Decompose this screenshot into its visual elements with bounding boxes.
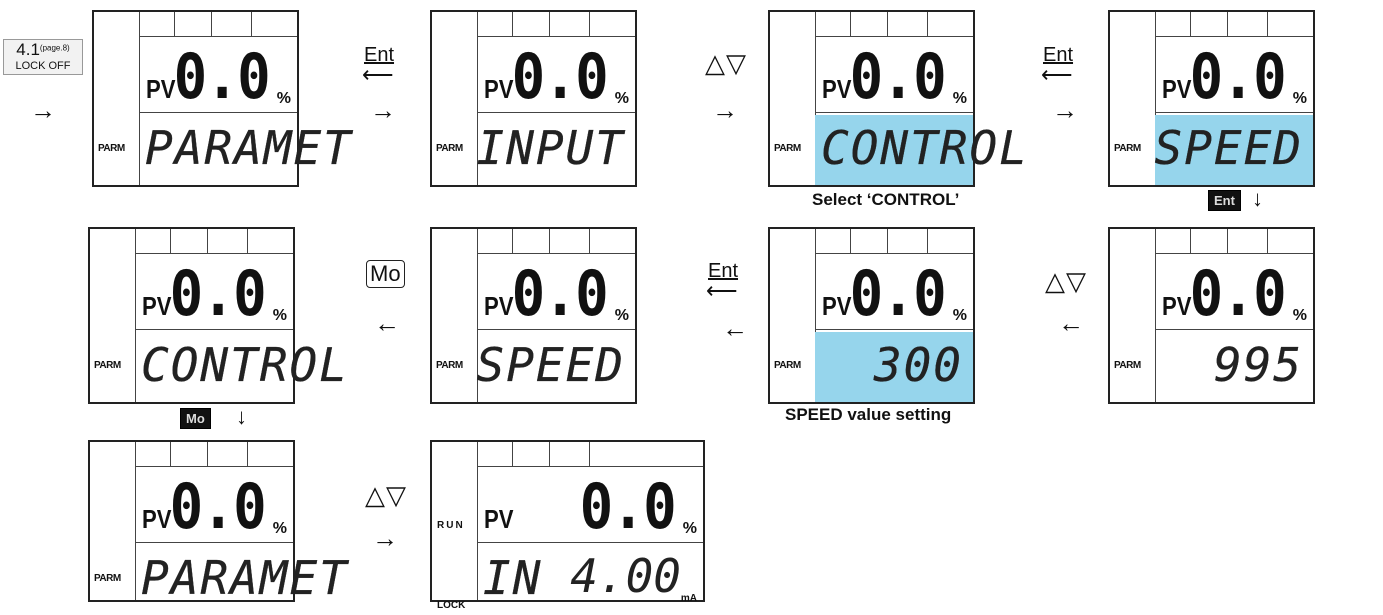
right-arrow-icon: → xyxy=(372,523,398,553)
right-arrow-icon: → xyxy=(712,95,738,125)
up-down-keys-icon: △▽ xyxy=(705,48,747,78)
parm-label: PARM xyxy=(774,360,801,371)
percent-unit: % xyxy=(952,90,967,107)
ent-arrow-icon: ⟵ xyxy=(1041,62,1073,87)
screen-text: PARAMET xyxy=(145,121,353,175)
lcd-screen-7: PV 0.0 % PARM SPEED xyxy=(430,227,637,404)
pv-value: 0.0 xyxy=(579,470,677,543)
lock-off-label: LOCK OFF xyxy=(15,60,71,73)
lcd-screen-1: PV 0.0 % PARM PARAMET xyxy=(92,10,351,187)
ent-key-dark: Ent xyxy=(1208,190,1241,211)
percent-unit: % xyxy=(614,307,629,324)
down-arrow-icon: ↓ xyxy=(1252,186,1263,211)
ent-arrow-icon: ⟵ xyxy=(362,62,394,87)
caption-select-control: Select ‘CONTROL’ xyxy=(812,190,960,209)
up-down-keys-icon: △▽ xyxy=(1045,266,1087,296)
pv-value: 0.0 xyxy=(1189,257,1287,330)
percent-unit: % xyxy=(272,307,287,324)
lcd-screen-8: PV 0.0 % PARM CONTROL xyxy=(88,227,347,404)
pv-label: PV xyxy=(484,74,514,104)
pv-label: PV xyxy=(484,504,514,534)
pv-value: 0.0 xyxy=(173,40,271,113)
pv-value: 0.0 xyxy=(849,40,947,113)
left-arrow-icon: ← xyxy=(374,308,400,338)
screen-text: INPUT xyxy=(476,121,625,175)
pv-label: PV xyxy=(822,291,852,321)
page-ref: (page.8) xyxy=(39,43,70,53)
screen-text: 995 xyxy=(1213,338,1303,392)
screen-text: CONTROL xyxy=(141,338,349,392)
parm-label: PARM xyxy=(1114,360,1141,371)
input-value: 4.00 xyxy=(570,549,681,603)
left-arrow-icon: ← xyxy=(722,313,748,343)
pv-value: 0.0 xyxy=(1189,40,1287,113)
parm-label: PARM xyxy=(436,143,463,154)
caption-speed-value-setting: SPEED value setting xyxy=(785,405,952,424)
lcd-screen-9: PV 0.0 % PARM PARAMET xyxy=(88,440,347,602)
pv-label: PV xyxy=(142,504,172,534)
pv-label: PV xyxy=(822,74,852,104)
percent-unit: % xyxy=(682,520,697,537)
pv-label: PV xyxy=(142,291,172,321)
percent-unit: % xyxy=(952,307,967,324)
ma-unit: mA xyxy=(680,593,697,604)
pv-label: PV xyxy=(484,291,514,321)
pv-value: 0.0 xyxy=(511,257,609,330)
percent-unit: % xyxy=(1292,307,1307,324)
lcd-screen-4: PV 0.0 % PARM SPEED xyxy=(1108,10,1315,187)
pv-value: 0.0 xyxy=(169,257,267,330)
parm-label: PARM xyxy=(94,573,121,584)
section-number: 4.1 xyxy=(16,40,40,59)
percent-unit: % xyxy=(614,90,629,107)
right-arrow-icon: → xyxy=(1052,95,1078,125)
parm-label: PARM xyxy=(436,360,463,371)
screen-text: SPEED xyxy=(1154,121,1303,175)
lcd-screen-5: PV 0.0 % PARM 995 xyxy=(1108,227,1315,404)
ent-arrow-icon: ⟵ xyxy=(706,278,738,303)
parm-label: PARM xyxy=(98,143,125,154)
pv-label: PV xyxy=(1162,291,1192,321)
percent-unit: % xyxy=(276,90,291,107)
screen-text: PARAMET xyxy=(141,551,349,605)
right-arrow-icon: → xyxy=(30,95,56,125)
pv-value: 0.0 xyxy=(849,257,947,330)
parm-label: PARM xyxy=(774,143,801,154)
parm-label: PARM xyxy=(94,360,121,371)
screen-text: 300 xyxy=(873,338,963,392)
pv-label: PV xyxy=(146,74,176,104)
percent-unit: % xyxy=(1292,90,1307,107)
left-arrow-icon: ← xyxy=(1058,308,1084,338)
start-reference-box: 4.1(page.8) LOCK OFF xyxy=(3,39,83,75)
pv-value: 0.0 xyxy=(511,40,609,113)
screen-text: SPEED xyxy=(476,338,625,392)
lcd-screen-10: RUN LOCK PV 0.0 % IN 4.00 mA xyxy=(430,440,705,611)
run-label: RUN xyxy=(437,520,465,531)
screen-text: CONTROL xyxy=(821,121,1029,175)
right-arrow-icon: → xyxy=(370,95,396,125)
mo-key-dark: Mo xyxy=(180,408,211,429)
down-arrow-icon: ↓ xyxy=(236,404,247,429)
lcd-screen-6: PV 0.0 % PARM 300 xyxy=(768,227,975,404)
pv-value: 0.0 xyxy=(169,470,267,543)
mo-key: Mo xyxy=(366,260,405,289)
lcd-screen-2: PV 0.0 % PARM INPUT xyxy=(430,10,637,187)
pv-label: PV xyxy=(1162,74,1192,104)
screen-text: IN xyxy=(483,551,543,605)
percent-unit: % xyxy=(272,520,287,537)
up-down-keys-icon: △▽ xyxy=(365,480,407,510)
parm-label: PARM xyxy=(1114,143,1141,154)
lcd-screen-3: PV 0.0 % PARM CONTROL xyxy=(768,10,1027,187)
